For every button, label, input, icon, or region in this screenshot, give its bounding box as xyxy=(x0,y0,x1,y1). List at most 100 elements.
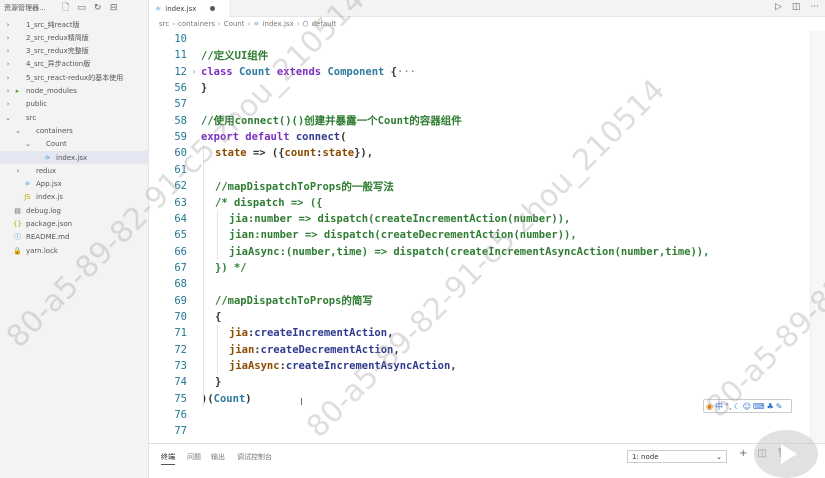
unsaved-dot-icon[interactable] xyxy=(210,6,216,11)
ime-punctuation-icon[interactable]: °, xyxy=(725,402,732,411)
code-token: , xyxy=(450,360,457,372)
tree-item[interactable]: ⌄ Count xyxy=(0,138,173,151)
chevron-right-icon: › xyxy=(6,20,10,29)
explorer-sidebar: 资源管理器... 🗋 ▭ ↻ ⊟ › 1_src_纯react版 › 2_src_re… xyxy=(0,0,183,478)
code-text: jiaAsync:createIncrementAsyncAction, xyxy=(201,360,457,372)
ime-emoji-icon[interactable]: ☺ xyxy=(743,402,751,411)
ime-settings-icon[interactable]: ✎ xyxy=(776,402,783,411)
tree-item[interactable]: › public xyxy=(0,98,153,111)
code-token: , xyxy=(393,343,400,356)
line-number: 74 xyxy=(174,376,187,389)
line-number: 64 xyxy=(174,212,187,225)
terminal-select[interactable]: 1: node ⌄ xyxy=(627,450,727,463)
jsx-file-icon: ⚛ xyxy=(253,20,260,28)
ime-skin-icon[interactable]: ♣ xyxy=(767,402,774,411)
more-icon[interactable]: ··· xyxy=(810,2,819,12)
symbol-icon: ⬡ xyxy=(302,20,309,28)
tree-item-label: 5_src_react-redux的基本使用 xyxy=(26,73,124,82)
ime-moon-icon[interactable]: ☾ xyxy=(734,402,741,411)
run-icon[interactable]: ▷ xyxy=(775,2,782,12)
refresh-icon[interactable]: ↻ xyxy=(92,3,104,13)
breadcrumb-file[interactable]: index.jsx xyxy=(263,20,294,28)
tree-item-label: containers xyxy=(36,126,73,135)
new-folder-icon[interactable]: ▭ xyxy=(76,3,88,13)
tree-item[interactable]: › ▸ node_modules xyxy=(0,85,153,98)
line-number: 70 xyxy=(174,310,187,323)
tree-item[interactable]: {} package.json xyxy=(0,218,153,231)
code-token: jia xyxy=(229,327,248,340)
ime-keyboard-icon[interactable]: ⌨ xyxy=(753,402,765,411)
line-number: 12 xyxy=(174,65,187,78)
chevron-right-icon: › xyxy=(6,47,10,56)
indent-guide xyxy=(217,210,218,260)
code-text: }) */ xyxy=(201,262,247,274)
code-token: { xyxy=(215,310,222,323)
code-line: 62 //mapDispatchToProps的一般写法 xyxy=(149,178,394,194)
breadcrumb-symbol[interactable]: default xyxy=(312,20,337,28)
chevron-down-icon: ⌄ xyxy=(25,140,31,149)
tree-item[interactable]: ▤ debug.log xyxy=(0,204,153,217)
code-text: /* dispatch => ({ xyxy=(201,197,322,209)
video-play-button[interactable] xyxy=(754,430,818,478)
code-token: } xyxy=(201,82,208,95)
chevron-right-icon: › xyxy=(172,20,176,28)
tree-item-label: index.js xyxy=(36,193,63,202)
editor-actions: ▷ ◫ ··· xyxy=(775,2,819,12)
new-file-icon[interactable]: 🗋 xyxy=(60,0,72,16)
breadcrumb-count[interactable]: Count xyxy=(224,20,245,28)
split-editor-icon[interactable]: ◫ xyxy=(792,2,801,12)
code-token: //mapDispatchToProps的一般写法 xyxy=(215,180,394,193)
fold-chevron-icon[interactable]: › xyxy=(187,67,201,76)
code-line: 70 { xyxy=(149,309,221,325)
line-number: 11 xyxy=(174,49,187,62)
tree-item[interactable]: › 3_src_redux完整版 xyxy=(0,45,153,58)
tree-item[interactable]: › 4_src_异步action版 xyxy=(0,58,153,71)
code-line: 74} xyxy=(149,374,221,390)
breadcrumb-containers[interactable]: containers xyxy=(178,20,215,28)
code-line: 60 state => ({count:state}), xyxy=(149,145,373,161)
code-text: class Count extends Component {··· xyxy=(201,66,416,78)
ime-toolbar[interactable]: ◉ 中 °, ☾ ☺ ⌨ ♣ ✎ xyxy=(703,399,792,413)
play-icon xyxy=(781,444,797,464)
explorer-title: 资源管理器... xyxy=(4,4,46,12)
explorer-header: 资源管理器... 🗋 ▭ ↻ ⊟ xyxy=(0,0,148,16)
tree-item-label: node_modules xyxy=(26,87,77,95)
panel-tab-problems[interactable]: 问题 xyxy=(187,452,201,462)
tree-item[interactable]: ⓘ README.md xyxy=(0,231,153,244)
code-text: jian:number => dispatch(createDecrementA… xyxy=(201,229,577,241)
panel-tab-debug-console[interactable]: 调试控制台 xyxy=(237,452,272,462)
tree-item[interactable]: › 5_src_react-redux的基本使用 xyxy=(0,71,153,84)
tree-item[interactable]: › redux xyxy=(0,164,163,177)
breadcrumb-src[interactable]: src xyxy=(159,20,169,28)
tree-item[interactable]: ⌄ src xyxy=(0,111,153,124)
code-token: ) xyxy=(245,392,252,405)
code-text: } xyxy=(201,82,207,94)
chevron-down-icon: ⌄ xyxy=(15,126,21,135)
panel-tab-terminal[interactable]: 终端 xyxy=(161,452,175,465)
info-icon: ⓘ xyxy=(14,233,21,242)
code-token: ··· xyxy=(397,65,416,78)
editor-scrollbar[interactable] xyxy=(810,31,825,443)
tree-item-label: 2_src_redux精简版 xyxy=(26,33,89,42)
code-token: => ({ xyxy=(252,147,285,160)
tree-item[interactable]: ⚛ App.jsx xyxy=(0,178,163,191)
tree-item[interactable]: › 2_src_redux精简版 xyxy=(0,31,153,44)
tree-item[interactable]: JS index.js xyxy=(0,191,163,204)
panel-tab-output[interactable]: 输出 xyxy=(211,452,225,462)
code-line: 11 //定义UI组件 xyxy=(149,47,268,63)
tree-item-label: 1_src_纯react版 xyxy=(26,20,80,29)
tab-index-jsx[interactable]: ⚛ index.jsx xyxy=(149,0,229,17)
line-number: 68 xyxy=(174,278,187,291)
jsx-file-icon: ⚛ xyxy=(44,153,51,162)
code-editor[interactable]: 10 11 //定义UI组件 12 › class Count extends Compo… xyxy=(149,31,825,443)
line-number: 72 xyxy=(174,343,187,356)
jsx-file-icon: ⚛ xyxy=(155,4,162,13)
tree-item-label: package.json xyxy=(26,220,73,228)
tree-item[interactable]: › 1_src_纯react版 xyxy=(0,18,153,31)
tree-item[interactable]: 🔒 yarn.lock xyxy=(0,244,153,257)
collapse-all-icon[interactable]: ⊟ xyxy=(108,3,120,13)
line-number: 61 xyxy=(174,163,187,176)
ime-language[interactable]: 中 xyxy=(715,401,723,412)
tree-item[interactable]: ⌄ containers xyxy=(0,124,163,137)
add-terminal-icon[interactable]: + xyxy=(739,448,747,459)
